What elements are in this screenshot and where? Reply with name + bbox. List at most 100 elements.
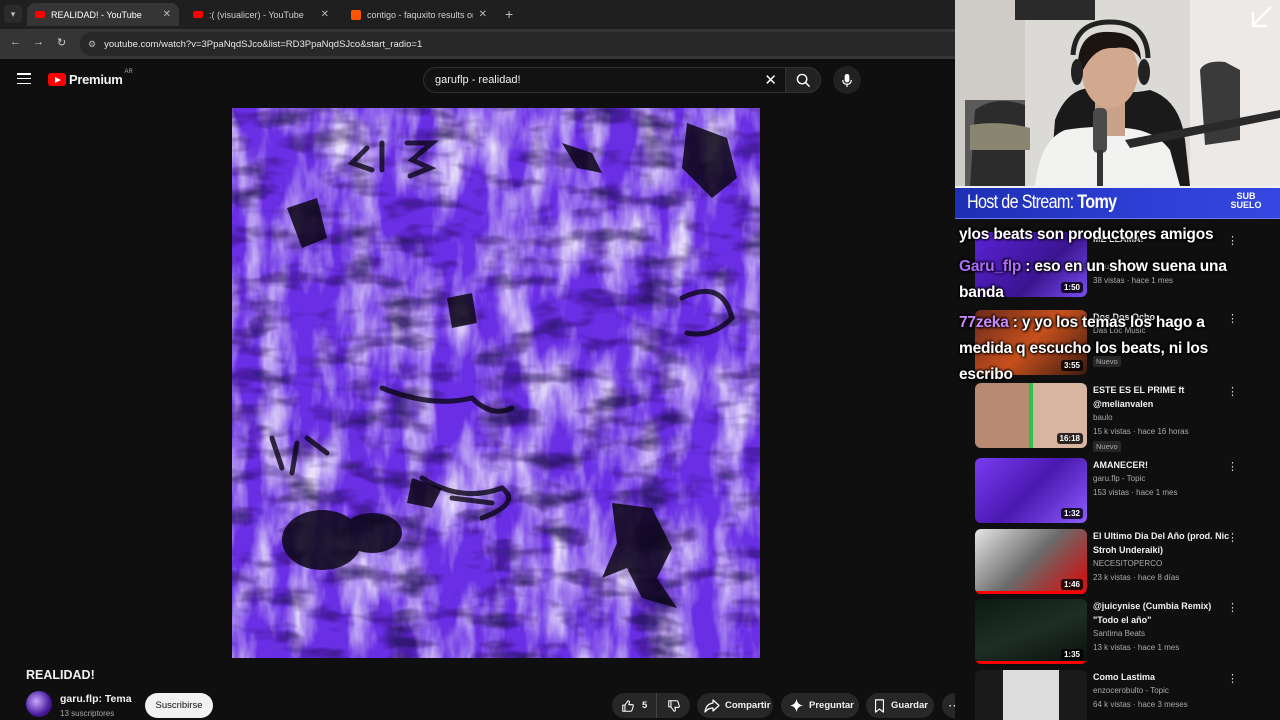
more-options-icon[interactable]: ⋮ bbox=[1227, 601, 1238, 614]
tab-soundcloud[interactable]: contigo - faquxito results on So ✕ bbox=[343, 3, 495, 26]
soundcloud-favicon-icon bbox=[351, 9, 361, 20]
ask-label: Preguntar bbox=[809, 700, 854, 711]
rec-channel[interactable]: enzocerobulto - Topic bbox=[1093, 684, 1169, 698]
list-item[interactable]: 1:46 El Ultimo Dia Del Año (prod. Nic St… bbox=[975, 529, 1275, 599]
share-button[interactable]: Compartir bbox=[697, 693, 773, 718]
chat-text: ylos beats son productores amigos bbox=[959, 226, 1214, 243]
browser-tab-bar: ▾ REALIDAD! - YouTube ✕ :( (visualicer) … bbox=[0, 0, 955, 29]
subsuelo-logo: SUB SUELO bbox=[1230, 191, 1262, 210]
clear-search-icon[interactable]: ✕ bbox=[764, 71, 777, 89]
duration-badge: 16:18 bbox=[1056, 433, 1083, 444]
like-button[interactable]: 5 bbox=[612, 693, 657, 718]
rec-title[interactable]: El Ultimo Dia Del Año (prod. Nic Stroh U… bbox=[1093, 529, 1233, 557]
forward-icon[interactable]: → bbox=[33, 36, 44, 48]
rec-channel[interactable]: baulo bbox=[1093, 411, 1113, 425]
logo-text: Premium bbox=[69, 72, 123, 87]
tab-title: :( (visualicer) - YouTube bbox=[209, 9, 304, 20]
rec-meta: 23 k vistas · hace 8 días bbox=[1093, 573, 1180, 582]
youtube-logo[interactable]: Premium AR bbox=[48, 68, 133, 87]
share-label: Compartir bbox=[725, 700, 771, 711]
chat-message: escribo bbox=[959, 362, 1013, 388]
stream-chat-overlay: ylos beats son productores amigos Garu_f… bbox=[955, 222, 1280, 387]
logo-region: AR bbox=[124, 68, 133, 75]
thumbs-down-icon bbox=[667, 699, 680, 712]
video-thumbnail[interactable]: 1:35 bbox=[975, 599, 1087, 664]
video-thumbnail[interactable]: 1:32 bbox=[975, 458, 1087, 523]
tab-title: REALIDAD! - YouTube bbox=[51, 9, 142, 20]
rec-channel[interactable]: garu.flp - Topic bbox=[1093, 472, 1145, 486]
tab-search-icon[interactable]: ▾ bbox=[4, 5, 22, 23]
close-icon[interactable]: ✕ bbox=[321, 9, 329, 20]
host-label: Host de Stream: Tomy bbox=[967, 192, 1117, 214]
duration-badge: 1:32 bbox=[1060, 508, 1083, 519]
streamer-webcam bbox=[955, 0, 1280, 186]
chat-message: 77zeka : y yo los temas los hago a bbox=[959, 310, 1205, 336]
chat-message: Garu_flp : eso en un show suena una bbox=[959, 254, 1227, 280]
rec-channel[interactable]: NECESITOPERCO bbox=[1093, 557, 1162, 571]
video-title: REALIDAD! bbox=[26, 668, 95, 682]
save-label: Guardar bbox=[891, 700, 928, 711]
address-bar: ← → ↻ ⚙ youtube.com/watch?v=3PpaNqdSJco&… bbox=[0, 29, 955, 59]
search-button[interactable] bbox=[785, 67, 821, 93]
chat-message: banda bbox=[959, 280, 1004, 306]
chat-username: 77zeka bbox=[959, 314, 1009, 331]
rec-title[interactable]: ESTE ES EL PRIME ft @melianvalen bbox=[1093, 383, 1233, 411]
rec-title[interactable]: @juicynise (Cumbia Remix) "Todo el año" bbox=[1093, 599, 1233, 627]
ask-button[interactable]: Preguntar bbox=[781, 693, 859, 718]
youtube-play-icon bbox=[48, 73, 66, 86]
channel-name[interactable]: garu.flp: Tema bbox=[60, 693, 132, 705]
youtube-favicon-icon bbox=[35, 11, 45, 18]
host-banner: Host de Stream: Tomy SUB SUELO bbox=[955, 186, 1280, 219]
tab-realidad[interactable]: REALIDAD! - YouTube ✕ bbox=[27, 3, 179, 26]
more-options-icon[interactable]: ⋮ bbox=[1227, 460, 1238, 473]
rec-title[interactable]: Como Lastima bbox=[1093, 670, 1233, 684]
new-badge: Nuevo bbox=[1093, 441, 1121, 452]
more-options-icon[interactable]: ⋮ bbox=[1227, 531, 1238, 544]
thumbs-up-icon bbox=[622, 699, 634, 712]
url-field[interactable]: ⚙ youtube.com/watch?v=3PpaNqdSJco&list=R… bbox=[80, 32, 955, 56]
site-info-icon[interactable]: ⚙ bbox=[88, 39, 96, 50]
save-button[interactable]: Guardar bbox=[866, 693, 934, 718]
url-text: youtube.com/watch?v=3PpaNqdSJco&list=RD3… bbox=[104, 38, 423, 50]
share-icon bbox=[704, 698, 720, 713]
search-query: garuflp - realidad! bbox=[435, 74, 521, 86]
video-player[interactable] bbox=[232, 108, 760, 658]
close-icon[interactable]: ✕ bbox=[479, 9, 487, 20]
album-artwork bbox=[232, 108, 760, 658]
channel-avatar[interactable] bbox=[26, 691, 52, 717]
menu-icon[interactable] bbox=[17, 73, 31, 84]
chat-text: : y yo los temas los hago a bbox=[1012, 314, 1205, 331]
list-item[interactable]: Como Lastima enzocerobulto - Topic 64 k … bbox=[975, 670, 1275, 720]
close-icon[interactable]: ✕ bbox=[163, 9, 171, 20]
video-thumbnail[interactable]: 16:18 bbox=[975, 383, 1087, 448]
rec-meta: 15 k vistas · hace 16 horas bbox=[1093, 427, 1189, 436]
list-item[interactable]: 1:32 AMANECER! garu.flp - Topic 153 vist… bbox=[975, 458, 1275, 528]
video-thumbnail[interactable]: 1:46 bbox=[975, 529, 1087, 594]
rec-channel[interactable]: Santima Beats bbox=[1093, 627, 1145, 641]
search-input[interactable]: garuflp - realidad! ✕ bbox=[423, 67, 785, 93]
tab-visualicer[interactable]: :( (visualicer) - YouTube ✕ bbox=[185, 3, 337, 26]
video-thumbnail[interactable] bbox=[975, 670, 1087, 720]
new-tab-icon[interactable]: + bbox=[505, 6, 513, 22]
chat-message: medida q escucho los beats, ni los bbox=[959, 336, 1208, 362]
more-options-icon[interactable]: ⋮ bbox=[1227, 672, 1238, 685]
rec-meta: 13 k vistas · hace 1 mes bbox=[1093, 643, 1180, 652]
chat-username: Garu_flp bbox=[959, 258, 1022, 275]
host-prefix: Host de Stream: bbox=[967, 192, 1074, 213]
subscribe-button[interactable]: Suscribirse bbox=[145, 693, 213, 718]
watch-progress-bar bbox=[975, 591, 1087, 594]
rec-title[interactable]: AMANECER! bbox=[1093, 458, 1233, 472]
voice-search-button[interactable] bbox=[833, 66, 861, 94]
dislike-button[interactable] bbox=[657, 693, 690, 718]
back-icon[interactable]: ← bbox=[10, 36, 21, 48]
like-count: 5 bbox=[642, 700, 648, 711]
microphone-icon bbox=[842, 73, 852, 87]
minimize-arrow-icon[interactable] bbox=[1248, 5, 1274, 31]
chat-text: medida q escucho los beats, ni los bbox=[959, 340, 1209, 357]
rec-meta: 153 vistas · hace 1 mes bbox=[1093, 488, 1178, 497]
list-item[interactable]: 16:18 ESTE ES EL PRIME ft @melianvalen b… bbox=[975, 383, 1275, 453]
chat-text: : eso en un show suena una bbox=[1025, 258, 1227, 275]
chat-text: banda bbox=[959, 284, 1004, 301]
reload-icon[interactable]: ↻ bbox=[57, 36, 66, 49]
list-item[interactable]: 1:35 @juicynise (Cumbia Remix) "Todo el … bbox=[975, 599, 1275, 669]
